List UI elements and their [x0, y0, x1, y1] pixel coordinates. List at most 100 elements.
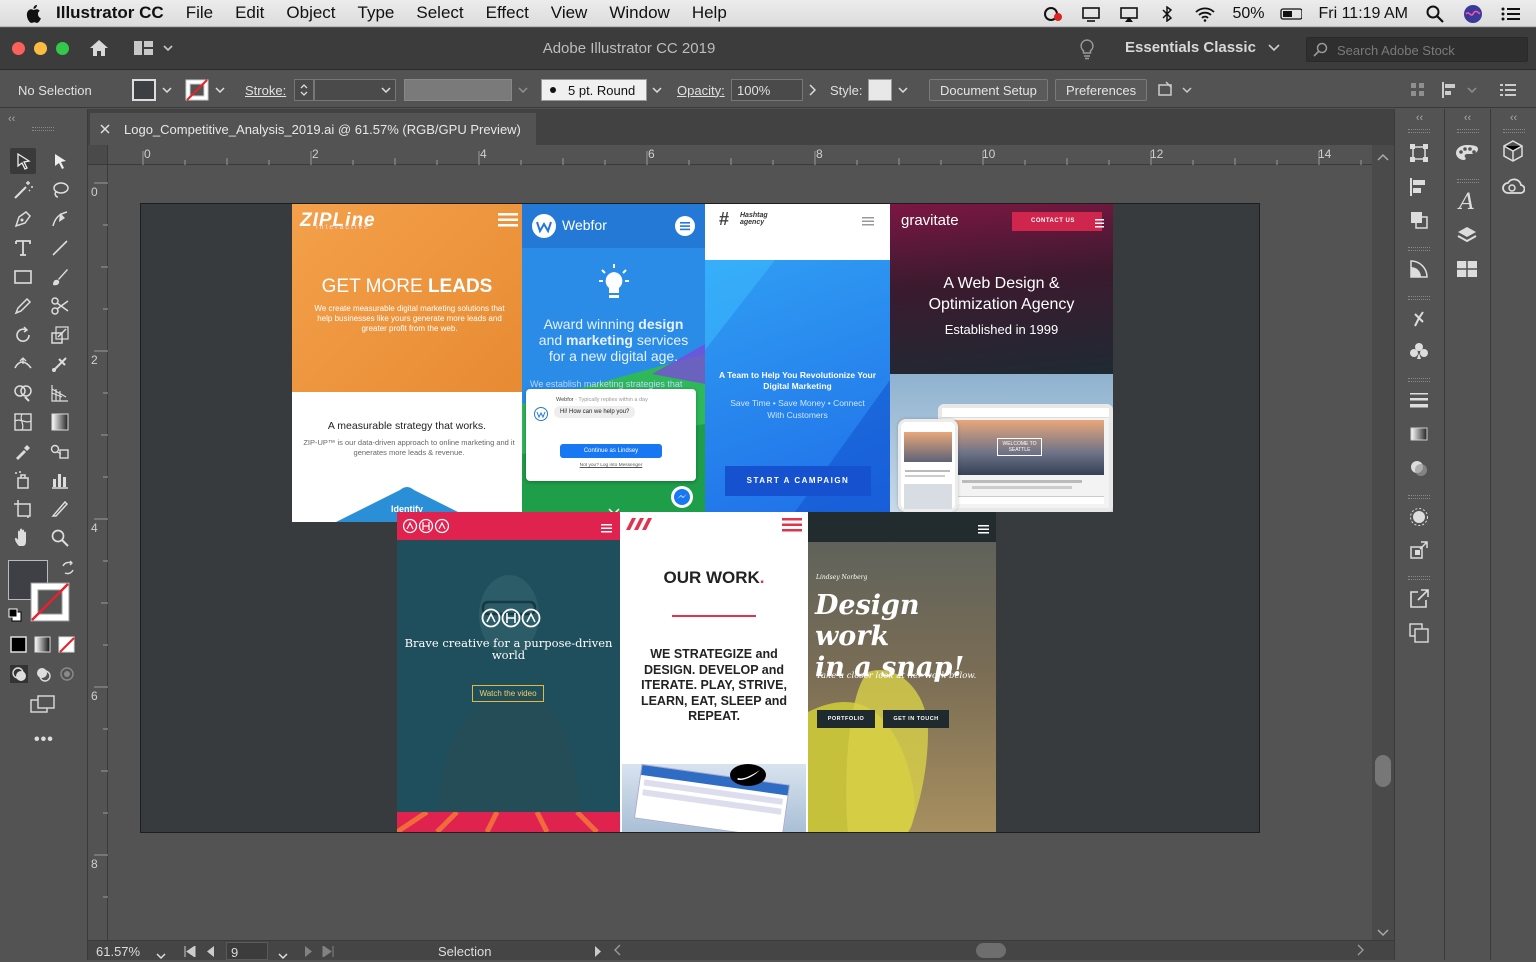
document-tab[interactable]: Logo_Competitive_Analysis_2019.ai @ 61.5… [90, 113, 536, 145]
transform-panel-icon[interactable] [1407, 141, 1431, 165]
messenger-icon[interactable] [670, 485, 694, 512]
horizontal-scroll-thumb[interactable] [976, 943, 1006, 958]
graphic-styles-panel-icon[interactable] [1407, 505, 1431, 529]
menu-file[interactable]: File [186, 3, 213, 23]
hamburger-menu-icon[interactable] [1095, 216, 1104, 231]
stroke-color-box[interactable] [30, 582, 70, 622]
lasso-tool-icon[interactable] [47, 177, 73, 203]
stroke-label[interactable]: Stroke: [245, 79, 286, 101]
chevron-down-icon[interactable] [895, 79, 911, 101]
menubar-clock[interactable]: Fri 11:19 AM [1318, 5, 1408, 23]
pencil-tool-icon[interactable] [10, 293, 36, 319]
last-artboard-icon[interactable] [322, 945, 334, 960]
menu-help[interactable]: Help [692, 3, 727, 23]
rotate-tool-icon[interactable] [10, 322, 36, 348]
airplay-icon[interactable] [1118, 6, 1140, 22]
menu-select[interactable]: Select [416, 3, 463, 23]
hamburger-menu-icon[interactable] [498, 213, 518, 230]
scroll-left-icon[interactable] [612, 943, 622, 960]
spotlight-search-icon[interactable] [1424, 5, 1446, 23]
aha-card[interactable]: Brave creative for a purpose-driven worl… [397, 512, 620, 832]
align-grid-icon[interactable] [1410, 79, 1426, 101]
previous-artboard-icon[interactable] [206, 945, 215, 960]
magic-wand-tool-icon[interactable] [10, 177, 36, 203]
lindsey-norberg-card[interactable]: Lindsey Norberg Design work in a snap! Ta… [808, 512, 996, 832]
document-setup-button[interactable]: Document Setup [929, 79, 1048, 101]
stroke-panel-icon[interactable] [1407, 388, 1431, 412]
start-campaign-button[interactable]: START A CAMPAIGN [725, 466, 871, 496]
collapse-panel-icon[interactable]: ‹‹ [8, 113, 15, 125]
scroll-right-icon[interactable] [1356, 943, 1366, 960]
scissors-tool-icon[interactable] [47, 293, 73, 319]
pathfinder-panel-icon[interactable] [1407, 208, 1431, 232]
panel-grip[interactable] [1457, 179, 1479, 183]
panel-grip[interactable] [1408, 296, 1430, 300]
shape-builder-tool-icon[interactable] [10, 380, 36, 406]
first-artboard-icon[interactable] [184, 945, 196, 960]
libraries-panel-icon[interactable] [1455, 257, 1479, 281]
watch-the-video-button[interactable]: Watch the video [472, 685, 544, 702]
hamburger-menu-icon[interactable] [978, 522, 989, 537]
panel-grip[interactable] [1408, 576, 1430, 580]
next-artboard-icon[interactable] [304, 945, 313, 960]
club-symbol-icon[interactable] [1407, 339, 1431, 363]
export-panel-icon[interactable] [1407, 587, 1431, 611]
get-in-touch-button[interactable]: GET IN TOUCH [883, 710, 949, 728]
panel-grip[interactable] [1408, 378, 1430, 382]
hand-tool-icon[interactable] [10, 525, 36, 551]
transparency-panel-icon[interactable] [1407, 257, 1431, 281]
gradient-tool-icon[interactable] [47, 409, 73, 435]
chevron-down-icon[interactable] [1377, 925, 1389, 940]
creative-cloud-libraries-icon[interactable] [1501, 174, 1525, 198]
type-tool-icon[interactable] [10, 235, 36, 261]
draw-inside-icon[interactable] [58, 665, 76, 686]
collapse-panel-icon[interactable]: ‹‹ [1395, 112, 1444, 124]
chevron-down-icon[interactable] [649, 79, 665, 101]
variable-width-profile[interactable] [404, 79, 512, 101]
stroke-weight-stepper[interactable] [294, 79, 314, 101]
mesh-tool-icon[interactable] [10, 409, 36, 435]
stroke-weight-dropdown[interactable] [314, 79, 396, 101]
chevron-right-icon[interactable] [804, 79, 820, 101]
character-panel-icon[interactable]: A [1455, 190, 1479, 215]
puppet-pin-panel-icon[interactable] [1407, 306, 1431, 330]
workspace-switcher[interactable]: Essentials Classic [1125, 39, 1280, 56]
draw-normal-icon[interactable] [10, 665, 28, 686]
notification-center-icon[interactable] [1500, 6, 1522, 22]
display-icon[interactable] [1080, 6, 1102, 22]
gradient-panel-icon[interactable] [1407, 422, 1431, 446]
opacity-input[interactable]: 100% [731, 79, 803, 101]
edit-toolbar-icon[interactable]: ••• [34, 731, 54, 749]
panel-grip[interactable] [32, 127, 54, 131]
chevron-down-icon[interactable] [515, 79, 531, 101]
fill-color-swatch[interactable] [132, 79, 156, 101]
siri-icon[interactable] [1462, 4, 1484, 23]
swap-fill-stroke-icon[interactable] [60, 560, 76, 579]
status-menu-arrow-icon[interactable] [594, 945, 602, 960]
color-palette-icon[interactable] [1455, 141, 1479, 165]
continue-as-button[interactable]: Continue as Lindsey [560, 444, 662, 458]
vertical-scroll-thumb[interactable] [1375, 755, 1391, 787]
rectangle-tool-icon[interactable] [10, 264, 36, 290]
menu-object[interactable]: Object [286, 3, 335, 23]
zipline-card[interactable]: ZIPLine interactive GET MORE LEADS We cr… [292, 204, 522, 522]
align-to-icon[interactable] [1440, 79, 1480, 101]
chevron-down-icon[interactable] [212, 79, 228, 101]
artboard[interactable]: ZIPLine interactive GET MORE LEADS We cr… [140, 203, 1260, 833]
screen-mode-icon[interactable] [30, 694, 56, 717]
artboards-panel-icon[interactable] [1407, 621, 1431, 645]
isolate-object-icon[interactable] [1157, 79, 1195, 101]
collapse-panel-icon[interactable]: ‹‹ [1491, 112, 1536, 124]
panel-menu-icon[interactable] [1500, 79, 1516, 101]
wifi-icon[interactable] [1194, 6, 1216, 22]
line-segment-tool-icon[interactable] [47, 235, 73, 261]
hashtag-agency-card[interactable]: # Hashtag agency A Team to Help You Revol… [705, 204, 890, 512]
menu-app-name[interactable]: Illustrator CC [56, 3, 164, 23]
artboard-tool-icon[interactable] [10, 496, 36, 522]
vertical-scrollbar[interactable] [1372, 145, 1394, 940]
hamburger-menu-icon[interactable] [675, 216, 695, 239]
panel-grip[interactable] [1503, 129, 1525, 133]
portfolio-button[interactable]: PORTFOLIO [817, 710, 875, 728]
draw-behind-icon[interactable] [34, 665, 52, 686]
none-mode-icon[interactable] [58, 636, 76, 657]
